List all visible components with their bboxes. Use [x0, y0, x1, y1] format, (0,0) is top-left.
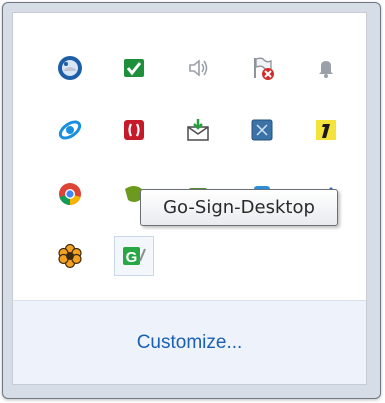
- number-one-icon: [316, 120, 336, 140]
- tray-item-blue-swirl[interactable]: [53, 113, 87, 147]
- tray-item-action-center[interactable]: [245, 51, 279, 85]
- go-sign-desktop-icon: G: [123, 247, 146, 266]
- tray-item-blue-square[interactable]: [245, 113, 279, 147]
- tray-item-orange-flower[interactable]: [53, 239, 87, 273]
- go-sign-check-icon: [124, 59, 144, 77]
- tray-item-volume[interactable]: [181, 51, 215, 85]
- tray-item-red-app[interactable]: [117, 113, 151, 147]
- thunderbird-icon: [58, 56, 82, 80]
- tray-icon-grid: G: [53, 51, 345, 311]
- tray-item-mail-download[interactable]: [181, 113, 215, 147]
- action-center-flag-icon: [254, 57, 274, 80]
- mail-download-icon: [187, 119, 209, 141]
- volume-icon: [189, 59, 208, 77]
- tooltip: Go-Sign-Desktop: [140, 189, 338, 226]
- tray-item-notification[interactable]: [309, 51, 343, 85]
- orange-flower-icon: [58, 243, 82, 269]
- red-app-icon: [124, 120, 144, 140]
- chrome-icon: [59, 183, 81, 205]
- tray-item-go-sign-desktop[interactable]: G: [114, 236, 154, 276]
- tray-item-go-sign-check[interactable]: [117, 51, 151, 85]
- blue-square-icon: [251, 119, 273, 141]
- blue-swirl-icon: [58, 120, 82, 140]
- notification-bell-icon: [319, 61, 333, 78]
- notification-area-overflow-panel: G Customize... Go-Sign-Desktop: [2, 2, 381, 399]
- customize-footer: Customize...: [13, 300, 366, 384]
- svg-text:G: G: [126, 249, 138, 266]
- tray-item-chrome[interactable]: [53, 177, 87, 211]
- tray-item-number-one[interactable]: [309, 113, 343, 147]
- customize-link[interactable]: Customize...: [137, 332, 243, 354]
- tray-item-thunderbird[interactable]: [53, 51, 87, 85]
